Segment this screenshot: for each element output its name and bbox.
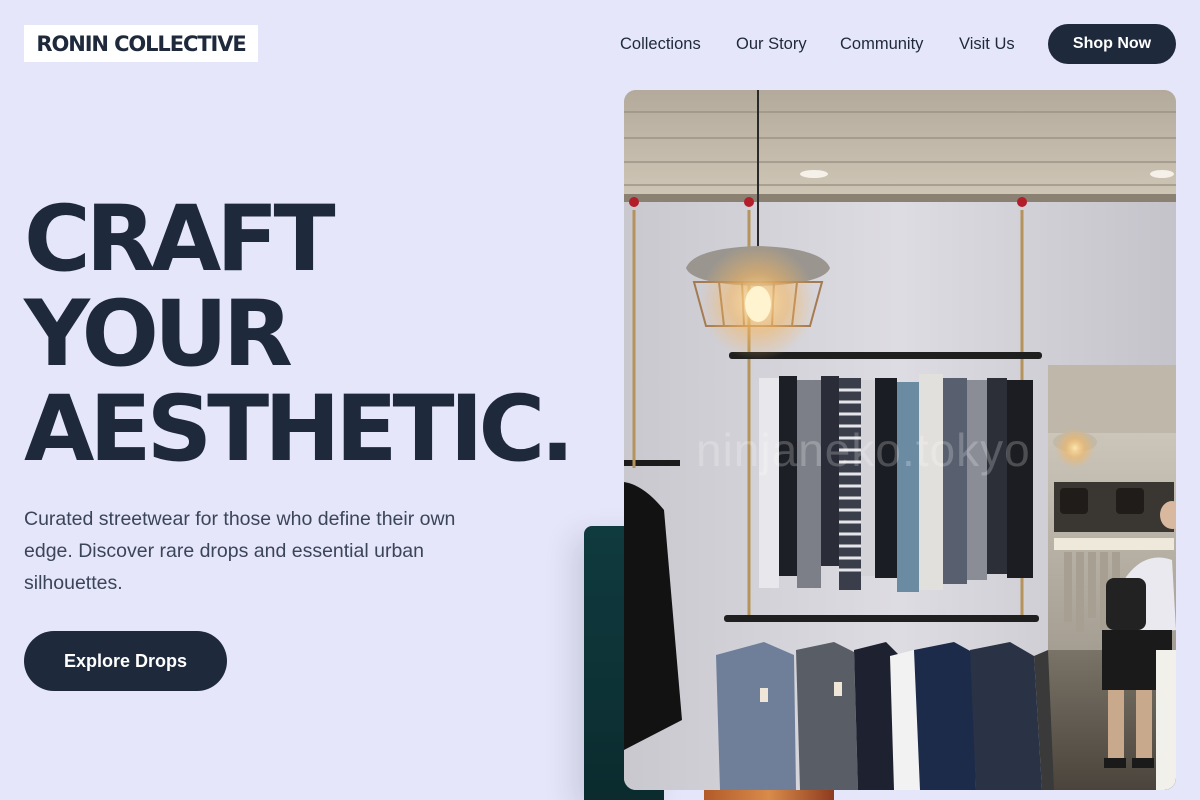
headline-line-1: CRAFT [24,187,336,292]
headline-line-2: YOUR [24,282,293,387]
nav-item-community[interactable]: Community [840,24,923,64]
explore-drops-button[interactable]: Explore Drops [24,631,227,691]
hero-headline: CRAFT YOUR AESTHETIC. [24,187,575,482]
nav-item-our-story[interactable]: Our Story [736,24,807,64]
image-watermark: ninjaneko.tokyo [696,424,1031,476]
hero-description: Curated streetwear for those who define … [24,508,456,594]
hero-store-photo: ninjaneko.tokyo [624,90,1176,790]
shop-now-button[interactable]: Shop Now [1048,24,1176,64]
brand-logo[interactable]: RONIN COLLECTIVE [24,25,258,62]
headline-line-3: AESTHETIC. [24,377,575,482]
nav-item-visit-us[interactable]: Visit Us [959,24,1015,64]
nav-item-collections[interactable]: Collections [620,24,701,64]
